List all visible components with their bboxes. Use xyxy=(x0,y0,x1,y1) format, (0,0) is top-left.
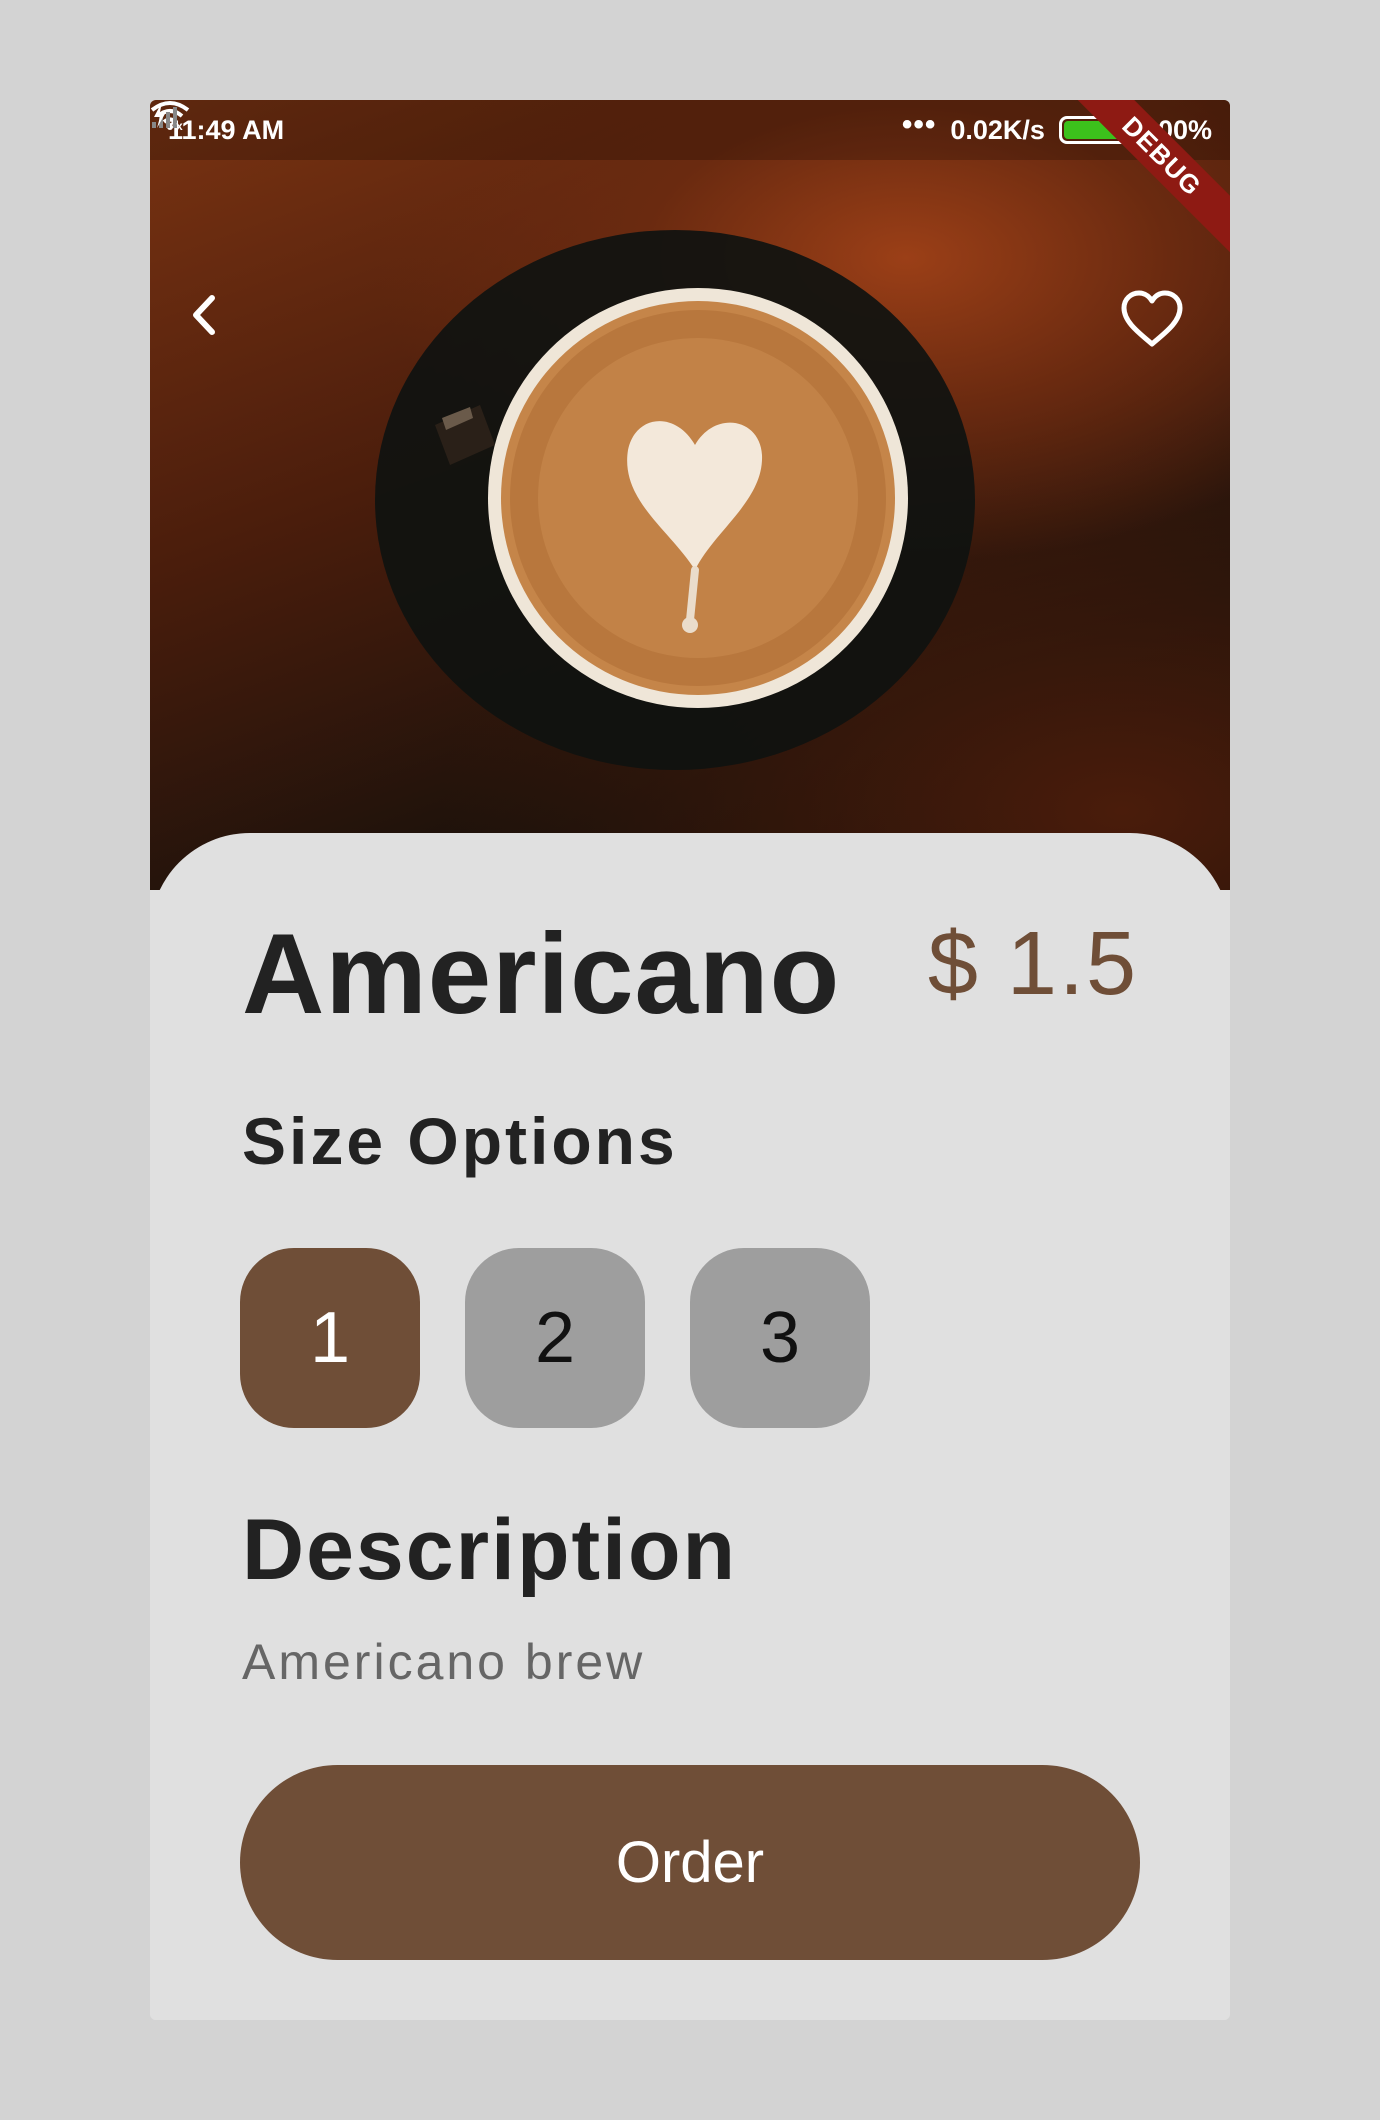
product-image: 11:49 AM ••• 0.02K/s x 100% DEBUG xyxy=(150,100,1230,890)
size-option-2[interactable]: 2 xyxy=(465,1248,645,1428)
more-dots-icon: ••• xyxy=(901,108,937,141)
size-option-3[interactable]: 3 xyxy=(690,1248,870,1428)
size-options-heading: Size Options xyxy=(242,1104,678,1178)
size-option-1[interactable]: 1 xyxy=(240,1248,420,1428)
product-details-card: Americano $ 1.5 Size Options 1 2 3 Descr… xyxy=(150,833,1230,2020)
app-screen: 11:49 AM ••• 0.02K/s x 100% DEBUG Americ… xyxy=(150,100,1230,2020)
product-name: Americano xyxy=(242,911,841,1038)
status-bar: 11:49 AM ••• 0.02K/s x 100% xyxy=(150,100,1230,160)
favorite-button[interactable] xyxy=(1120,290,1200,370)
size-options-group: 1 2 3 xyxy=(240,1248,870,1428)
coffee-cup-image xyxy=(375,230,975,770)
heart-outline-icon xyxy=(1121,290,1183,347)
description-heading: Description xyxy=(242,1502,738,1598)
svg-text:x: x xyxy=(176,119,183,130)
order-button[interactable]: Order xyxy=(240,1765,1140,1960)
status-time: 11:49 AM xyxy=(168,114,285,145)
back-button[interactable] xyxy=(180,290,260,370)
chevron-left-icon xyxy=(193,295,215,335)
description-text: Americano brew xyxy=(242,1634,646,1690)
product-price: $ 1.5 xyxy=(927,914,1138,1014)
network-speed: 0.02K/s xyxy=(950,114,1045,145)
charging-icon xyxy=(154,102,166,128)
